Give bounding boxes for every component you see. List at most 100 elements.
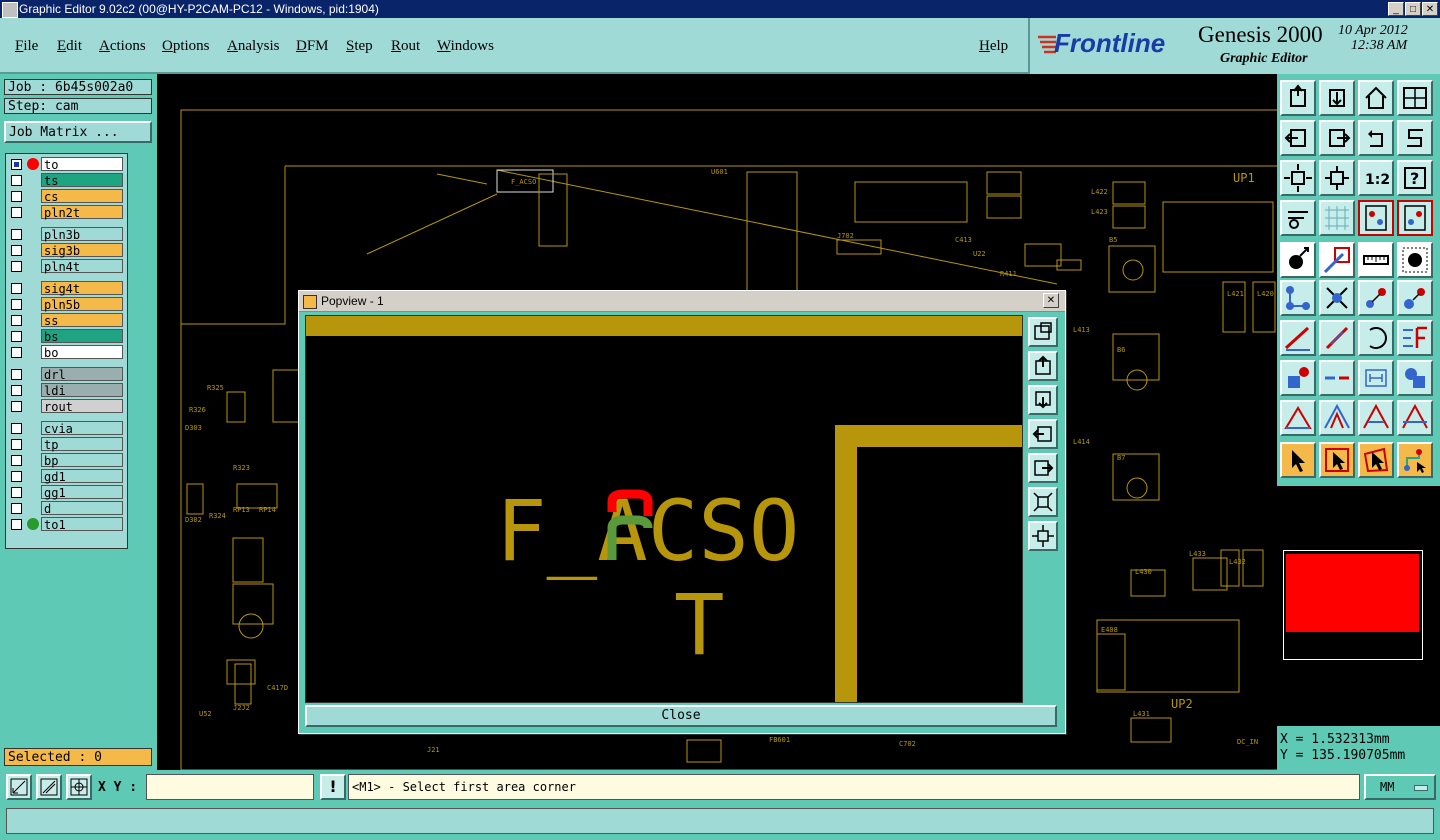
layer-name[interactable]: drl <box>41 367 123 382</box>
layer-checkbox[interactable] <box>11 229 22 240</box>
layer-name[interactable]: tp <box>41 437 123 452</box>
surface-edit-button[interactable] <box>1358 400 1394 436</box>
layer-name[interactable]: ss <box>41 313 123 328</box>
zoom-center-button[interactable] <box>1319 160 1355 196</box>
layer-row[interactable]: pln5b <box>6 297 127 312</box>
layer-row[interactable]: ss <box>6 313 127 328</box>
polygon-edit-button[interactable] <box>1319 400 1355 436</box>
measure-tool-button[interactable] <box>36 774 62 800</box>
layer-row[interactable]: bp <box>6 453 127 468</box>
layer-name[interactable]: sig3b <box>41 243 123 258</box>
layer-name[interactable]: pln5b <box>41 297 123 312</box>
draw-line-button[interactable] <box>1280 320 1316 356</box>
edit-line-button[interactable] <box>1319 320 1355 356</box>
maximize-button[interactable]: □ <box>1405 2 1421 16</box>
layer-checkbox[interactable] <box>11 347 22 358</box>
zoom-1to2-button[interactable]: 1:2 <box>1358 160 1394 196</box>
layer-row[interactable]: sig4t <box>6 281 127 296</box>
menu-windows[interactable]: Windows <box>437 38 494 55</box>
grid-button[interactable] <box>1319 200 1355 236</box>
pan-right-button[interactable] <box>1319 120 1355 156</box>
popview-center-button[interactable] <box>1028 521 1058 551</box>
layer-row[interactable]: ts <box>6 173 127 188</box>
layer-checkbox[interactable] <box>11 503 22 514</box>
home-view-button[interactable] <box>1358 80 1394 116</box>
layer-checkbox[interactable] <box>11 471 22 482</box>
layer-checkbox[interactable] <box>11 439 22 450</box>
layer-row[interactable]: pln4t <box>6 259 127 274</box>
connect-pads-button[interactable] <box>1280 280 1316 316</box>
layer-checkbox[interactable] <box>11 423 22 434</box>
pan-down-button[interactable] <box>1319 80 1355 116</box>
menu-edit[interactable]: Edit <box>57 38 82 55</box>
layer-name[interactable]: pln2t <box>41 205 123 220</box>
layer-row[interactable]: d <box>6 501 127 516</box>
menu-dfm[interactable]: DFM <box>296 38 329 55</box>
snap-mode-button[interactable] <box>1358 200 1394 236</box>
layer-name[interactable]: gg1 <box>41 485 123 500</box>
zoom-home-button[interactable] <box>1280 80 1316 116</box>
layer-name[interactable]: ldi <box>41 383 123 398</box>
layer-checkbox[interactable] <box>11 519 22 530</box>
popview-pan-up-button[interactable] <box>1028 351 1058 381</box>
layer-name[interactable]: gd1 <box>41 469 123 484</box>
popview-pan-right-button[interactable] <box>1028 453 1058 483</box>
menu-step[interactable]: Step <box>346 38 373 55</box>
tools-button[interactable] <box>1280 200 1316 236</box>
command-line[interactable] <box>6 808 1434 834</box>
copy-pad-button[interactable] <box>1397 280 1433 316</box>
layer-checkbox[interactable] <box>11 191 22 202</box>
add-surface-button[interactable] <box>1280 360 1316 396</box>
layer-row[interactable]: gg1 <box>6 485 127 500</box>
popview-canvas[interactable]: F_ACSO T <box>305 315 1023 703</box>
fit-screen-button[interactable] <box>1280 160 1316 196</box>
menu-options[interactable]: Options <box>162 38 210 55</box>
add-pad-button[interactable] <box>1280 242 1316 278</box>
layer-name[interactable]: sig4t <box>41 281 123 296</box>
undo-view-button[interactable] <box>1358 120 1394 156</box>
move-pad-button[interactable] <box>1358 280 1394 316</box>
menu-file[interactable]: File <box>15 38 38 55</box>
layer-row[interactable]: tp <box>6 437 127 452</box>
layer-name[interactable]: cvia <box>41 421 123 436</box>
measure-button[interactable] <box>1358 242 1394 278</box>
layer-row[interactable]: cvia <box>6 421 127 436</box>
layer-row[interactable]: rout <box>6 399 127 414</box>
layer-name[interactable]: to1 <box>41 517 123 532</box>
layer-row[interactable]: drl <box>6 367 127 382</box>
menu-analysis[interactable]: Analysis <box>227 38 280 55</box>
layer-name[interactable]: to <box>41 157 123 172</box>
surface-cut-button[interactable] <box>1397 400 1433 436</box>
layer-row[interactable]: to <box>6 157 127 172</box>
layer-name[interactable]: pln3b <box>41 227 123 242</box>
layer-name[interactable]: rout <box>41 399 123 414</box>
select-area-button[interactable] <box>1319 442 1355 478</box>
layer-name[interactable]: pln4t <box>41 259 123 274</box>
popview-fit-button[interactable] <box>1028 487 1058 517</box>
layer-row[interactable]: pln2t <box>6 205 127 220</box>
popview-title-bar[interactable]: Popview - 1 ✕ <box>299 291 1065 312</box>
popview-zoom-button[interactable] <box>1028 317 1058 347</box>
layer-row[interactable]: bs <box>6 329 127 344</box>
array-button[interactable] <box>1397 360 1433 396</box>
layer-checkbox[interactable] <box>11 331 22 342</box>
layer-row[interactable]: gd1 <box>6 469 127 484</box>
zoom-out-button[interactable] <box>6 774 32 800</box>
minimize-button[interactable]: _ <box>1388 2 1404 16</box>
crosshair-button[interactable] <box>66 774 92 800</box>
help-query-button[interactable]: ? <box>1397 160 1433 196</box>
layer-name[interactable]: bp <box>41 453 123 468</box>
layer-row[interactable]: to1 <box>6 517 127 532</box>
layer-checkbox[interactable] <box>11 315 22 326</box>
layer-checkbox[interactable] <box>11 283 22 294</box>
layer-checkbox[interactable] <box>11 299 22 310</box>
add-line-button[interactable] <box>1319 242 1355 278</box>
layer-checkbox[interactable] <box>11 385 22 396</box>
polygon-button[interactable] <box>1280 400 1316 436</box>
close-window-button[interactable]: ✕ <box>1422 2 1438 16</box>
delete-feature-button[interactable] <box>1319 280 1355 316</box>
layer-checkbox[interactable] <box>11 487 22 498</box>
menu-help[interactable]: Help <box>979 38 1008 55</box>
layer-name[interactable]: bs <box>41 329 123 344</box>
layer-name[interactable]: d <box>41 501 123 516</box>
